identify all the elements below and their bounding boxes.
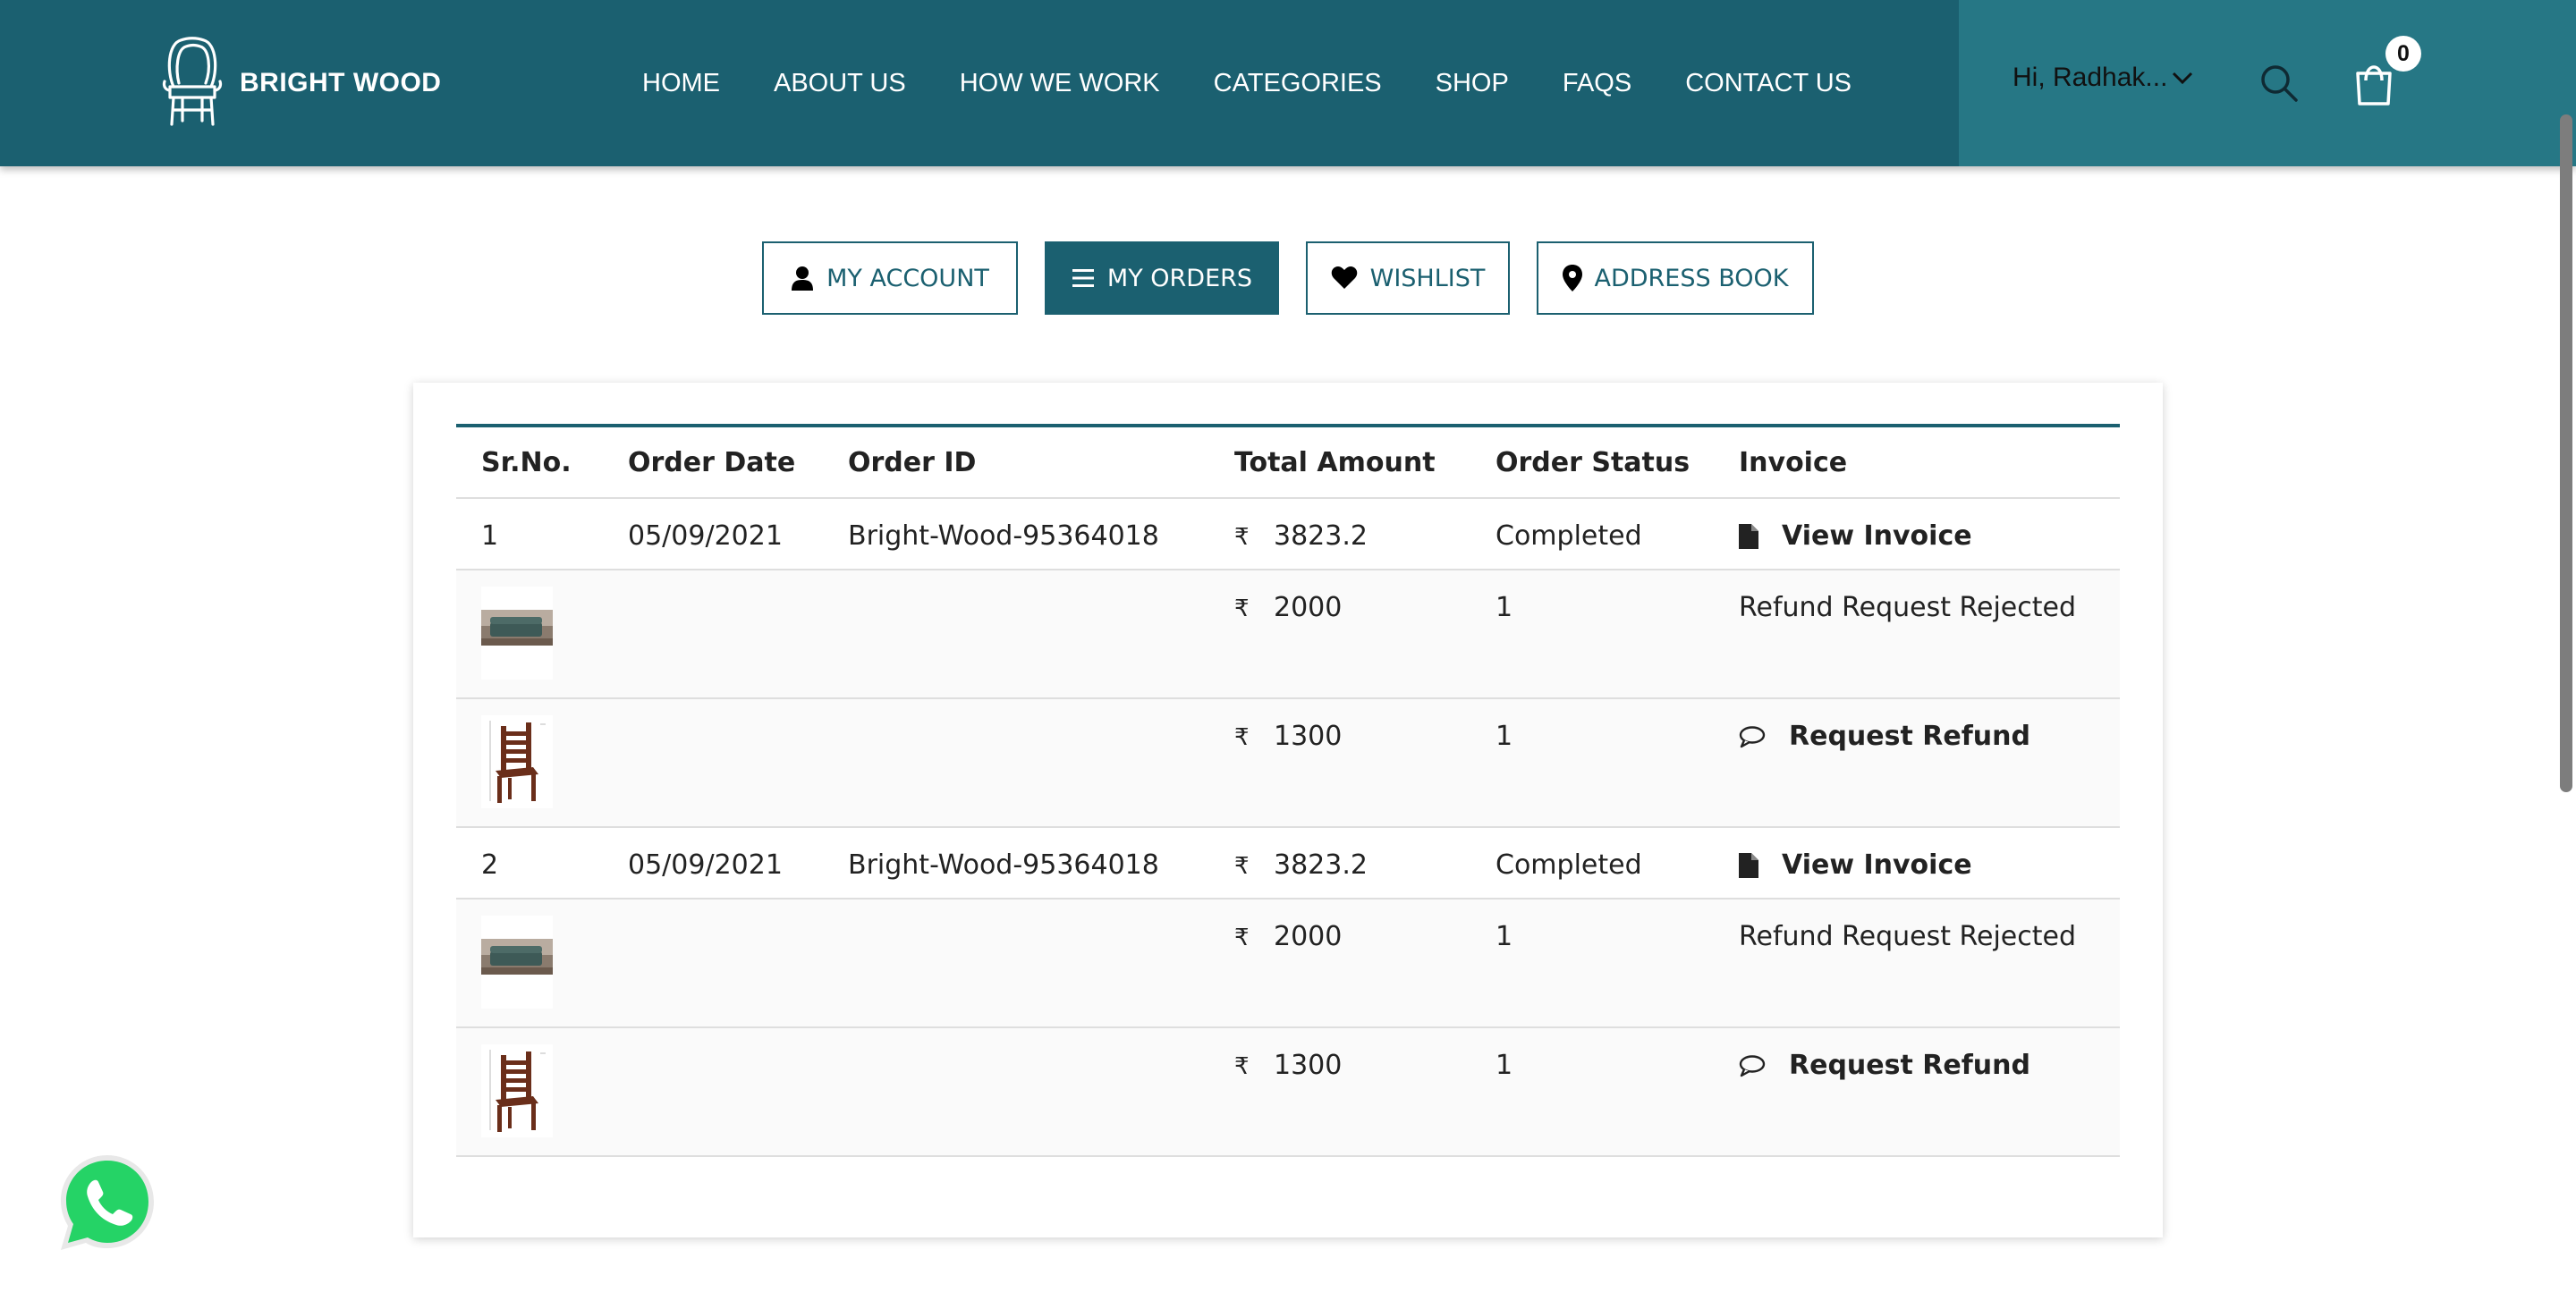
order-total-value: 3823.2	[1274, 520, 1368, 552]
tab-address-book[interactable]: ADDRESS BOOK	[1537, 241, 1814, 315]
chevron-down-icon	[2173, 72, 2193, 85]
rupee-symbol: ₹	[1234, 853, 1250, 880]
brand-name: BRIGHT WOOD	[240, 68, 442, 97]
refund-status: Refund Request Rejected	[1739, 921, 2077, 952]
order-id: Bright-Wood-95364018	[848, 520, 1159, 552]
heart-icon	[1331, 266, 1357, 289]
brand-logo[interactable]: BRIGHT WOOD	[161, 34, 441, 132]
request-refund-label: Request Refund	[1789, 1050, 2030, 1081]
order-date: 05/09/2021	[628, 520, 783, 552]
map-pin-icon	[1562, 265, 1582, 291]
whatsapp-chat-button[interactable]	[55, 1150, 159, 1254]
rupee-symbol: ₹	[1234, 524, 1250, 551]
order-status: Completed	[1496, 520, 1642, 552]
item-quantity: 1	[1496, 592, 1513, 623]
tab-label: ADDRESS BOOK	[1594, 264, 1789, 292]
order-total: ₹3823.2	[1234, 849, 1368, 881]
item-price: ₹2000	[1234, 592, 1342, 623]
order-item-row: ₹2000 1 Refund Request Rejected	[456, 570, 2120, 699]
item-quantity: 1	[1496, 721, 1513, 752]
order-item-row: ₹1300 1 Request Refund	[456, 1028, 2120, 1157]
account-tabs: MY ACCOUNT MY ORDERS WISHLIST ADDRESS BO…	[0, 241, 2576, 315]
header-order-id: Order ID	[848, 447, 977, 478]
item-price: ₹1300	[1234, 1050, 1342, 1081]
page-scrollbar[interactable]	[2560, 114, 2572, 792]
tab-label: MY ORDERS	[1106, 264, 1253, 292]
request-refund-link[interactable]: Request Refund	[1739, 1050, 2030, 1081]
tab-label: MY ACCOUNT	[826, 264, 989, 292]
nav-contact-us[interactable]: CONTACT US	[1685, 69, 1852, 98]
request-refund-label: Request Refund	[1789, 721, 2030, 752]
user-icon	[792, 266, 814, 291]
user-greeting: Hi, Radhak...	[2012, 63, 2168, 92]
file-icon	[1739, 523, 1758, 549]
list-icon	[1072, 269, 1094, 287]
search-icon	[2261, 65, 2298, 102]
refund-status: Refund Request Rejected	[1739, 592, 2077, 623]
header-sr-no: Sr.No.	[481, 447, 572, 478]
nav-shop[interactable]: SHOP	[1436, 69, 1509, 98]
header-total-amount: Total Amount	[1234, 447, 1436, 478]
view-invoice-link[interactable]: View Invoice	[1739, 520, 1972, 552]
order-total-value: 3823.2	[1274, 849, 1368, 881]
sofa-product-image	[481, 916, 553, 1009]
tab-my-account[interactable]: MY ACCOUNT	[762, 241, 1018, 315]
nav-how-we-work[interactable]: HOW WE WORK	[960, 69, 1160, 98]
cart-count-badge: 0	[2385, 36, 2421, 72]
order-item-row: ₹2000 1 Refund Request Rejected	[456, 899, 2120, 1028]
orders-table: Sr.No. Order Date Order ID Total Amount …	[456, 424, 2120, 1157]
rupee-symbol: ₹	[1234, 1053, 1250, 1080]
file-icon	[1739, 852, 1758, 878]
user-menu[interactable]: Hi, Radhak...	[2012, 63, 2194, 93]
header-order-status: Order Status	[1496, 447, 1690, 478]
chair-product-image	[481, 715, 553, 808]
order-id: Bright-Wood-95364018	[848, 849, 1159, 881]
nav-categories[interactable]: CATEGORIES	[1214, 69, 1382, 98]
whatsapp-icon	[61, 1155, 154, 1250]
nav-faqs[interactable]: FAQS	[1563, 69, 1631, 98]
header-order-date: Order Date	[628, 447, 796, 478]
rupee-symbol: ₹	[1234, 595, 1250, 622]
comment-icon	[1739, 1054, 1766, 1077]
chair-logo-icon	[162, 37, 223, 126]
tab-wishlist[interactable]: WISHLIST	[1306, 241, 1510, 315]
item-quantity: 1	[1496, 921, 1513, 952]
chair-product-image	[481, 1044, 553, 1137]
view-invoice-link[interactable]: View Invoice	[1739, 849, 1972, 881]
item-price: ₹2000	[1234, 921, 1342, 952]
site-header: BRIGHT WOOD HOME ABOUT US HOW WE WORK CA…	[0, 0, 2576, 166]
item-price-value: 1300	[1274, 1050, 1343, 1081]
view-invoice-label: View Invoice	[1782, 520, 1972, 552]
item-price-value: 2000	[1274, 921, 1343, 952]
item-price-value: 2000	[1274, 592, 1343, 623]
nav-home[interactable]: HOME	[642, 69, 720, 98]
order-status: Completed	[1496, 849, 1642, 881]
order-row: 1 05/09/2021 Bright-Wood-95364018 ₹3823.…	[456, 499, 2120, 570]
request-refund-link[interactable]: Request Refund	[1739, 721, 2030, 752]
rupee-symbol: ₹	[1234, 724, 1250, 751]
order-row: 2 05/09/2021 Bright-Wood-95364018 ₹3823.…	[456, 828, 2120, 899]
main-nav: HOME ABOUT US HOW WE WORK CATEGORIES SHO…	[642, 0, 1905, 166]
order-item-row: ₹1300 1 Request Refund	[456, 699, 2120, 828]
order-sr-no: 1	[481, 520, 499, 552]
sofa-product-image	[481, 587, 553, 680]
order-sr-no: 2	[481, 849, 499, 881]
comment-icon	[1739, 725, 1766, 747]
item-price: ₹1300	[1234, 721, 1342, 752]
order-date: 05/09/2021	[628, 849, 783, 881]
header-invoice: Invoice	[1739, 447, 1848, 478]
tab-label: WISHLIST	[1369, 264, 1486, 292]
view-invoice-label: View Invoice	[1782, 849, 1972, 881]
nav-about-us[interactable]: ABOUT US	[774, 69, 906, 98]
table-header-row: Sr.No. Order Date Order ID Total Amount …	[456, 427, 2120, 499]
search-button[interactable]	[2258, 63, 2300, 104]
tab-my-orders[interactable]: MY ORDERS	[1045, 241, 1279, 315]
item-price-value: 1300	[1274, 721, 1343, 752]
order-total: ₹3823.2	[1234, 520, 1368, 552]
rupee-symbol: ₹	[1234, 925, 1250, 951]
item-quantity: 1	[1496, 1050, 1513, 1081]
